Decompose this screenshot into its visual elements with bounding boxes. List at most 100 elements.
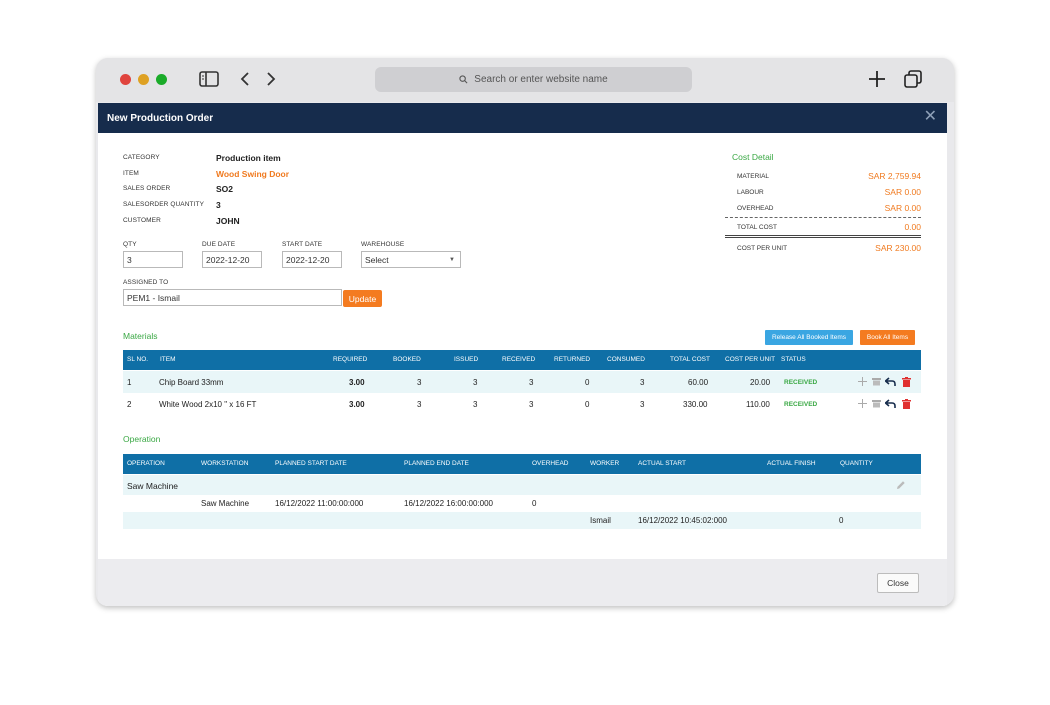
materials-title: Materials: [123, 331, 158, 341]
close-button[interactable]: Close: [877, 573, 919, 593]
edit-icon[interactable]: [895, 479, 906, 490]
cell-issued: 3: [473, 400, 478, 409]
warehouse-label: WAREHOUSE: [361, 241, 405, 248]
undo-icon[interactable]: [885, 376, 896, 387]
warehouse-select[interactable]: Select ▼: [361, 251, 461, 268]
tab-overview-icon[interactable]: [902, 68, 924, 90]
col-header-issued: ISSUED: [454, 356, 479, 363]
archive-icon[interactable]: [871, 398, 882, 409]
operation-group-name: Saw Machine: [127, 481, 179, 491]
undo-icon[interactable]: [885, 398, 896, 409]
col-header-consumed: CONSUMED: [607, 356, 645, 363]
cell-returned: 0: [585, 400, 590, 409]
overhead-cost-value: SAR 0.00: [884, 203, 921, 213]
col-header-returned: RETURNED: [554, 356, 591, 363]
chevron-down-icon: ▼: [449, 257, 455, 263]
category-value: Production item: [216, 153, 281, 163]
item-label: ITEM: [123, 170, 139, 177]
minimize-window-button[interactable]: [138, 74, 149, 85]
table-row: 1 Chip Board 33mm 3.00 3 3 3 0 3 60.00 2…: [123, 371, 921, 393]
col-header-received: RECEIVED: [502, 356, 536, 363]
cell-cost-per-unit: 110.00: [746, 400, 770, 409]
cost-divider: [725, 217, 921, 218]
new-tab-icon[interactable]: [866, 68, 888, 90]
cell-total-cost: 330.00: [683, 400, 708, 409]
start-date-input[interactable]: 2022-12-20: [282, 251, 342, 268]
cell-sl-no: 1: [127, 378, 132, 387]
col-header-operation: OPERATION: [127, 460, 165, 467]
book-all-items-button[interactable]: Book All Items: [860, 330, 915, 345]
assigned-to-label: ASSIGNED TO: [123, 279, 169, 286]
search-icon: [459, 75, 468, 84]
col-header-sl-no: SL NO.: [127, 356, 149, 363]
archive-icon[interactable]: [871, 376, 882, 387]
due-date-input[interactable]: 2022-12-20: [202, 251, 262, 268]
col-header-total-cost: TOTAL COST: [670, 356, 710, 363]
cell-required: 3.00: [349, 378, 365, 387]
close-window-button[interactable]: [120, 74, 131, 85]
operation-title: Operation: [123, 434, 161, 444]
customer-value: JOHN: [216, 216, 240, 226]
cell-cost-per-unit: 20.00: [750, 378, 771, 387]
cost-per-unit-label: COST PER UNIT: [737, 245, 788, 252]
table-row: 2 White Wood 2x10 " x 16 FT 3.00 3 3 3 0…: [123, 393, 921, 415]
trash-icon[interactable]: [901, 376, 912, 387]
item-value[interactable]: Wood Swing Door: [216, 169, 289, 179]
cell-booked: 3: [417, 378, 422, 387]
col-header-actual-start: ACTUAL START: [638, 460, 686, 467]
qty-input-value: 3: [127, 254, 132, 265]
table-row: Ismail 16/12/2022 10:45:02:000 0: [123, 512, 921, 529]
plus-icon[interactable]: [857, 398, 868, 409]
modal-footer: Close: [98, 559, 947, 606]
forward-arrow-icon[interactable]: [262, 68, 280, 90]
cell-issued: 3: [473, 378, 478, 387]
production-order-modal: New Production Order ✕ CATEGORY Producti…: [98, 103, 947, 606]
warehouse-selected-value: Select: [365, 254, 389, 265]
cell-total-cost: 60.00: [688, 378, 709, 387]
cell-workstation: Saw Machine: [201, 499, 250, 508]
trash-icon[interactable]: [901, 398, 912, 409]
sidebar-toggle-icon[interactable]: [198, 68, 220, 90]
labour-cost-value: SAR 0.00: [884, 187, 921, 197]
materials-table-header: SL NO. ITEM REQUIRED BOOKED ISSUED RECEI…: [123, 350, 921, 370]
cell-overhead: 0: [532, 499, 537, 508]
cell-returned: 0: [585, 378, 590, 387]
cell-planned-end: 16/12/2022 16:00:00:000: [404, 499, 493, 508]
labour-cost-label: LABOUR: [737, 189, 764, 196]
release-all-booked-button[interactable]: Release All Booked Items: [765, 330, 853, 345]
status-badge: RECEIVED: [784, 401, 818, 408]
cell-item: Chip Board 33mm: [159, 378, 224, 387]
category-label: CATEGORY: [123, 154, 160, 161]
update-button[interactable]: Update: [343, 290, 382, 307]
overhead-cost-label: OVERHEAD: [737, 205, 774, 212]
col-header-workstation: WORKSTATION: [201, 460, 249, 467]
qty-input[interactable]: 3: [123, 251, 183, 268]
col-header-planned-start: PLANNED START DATE: [275, 460, 347, 467]
due-date-value: 2022-12-20: [206, 254, 250, 265]
cell-worker: Ismail: [590, 516, 611, 525]
address-bar-placeholder: Search or enter website name: [474, 74, 608, 85]
cell-booked: 3: [417, 400, 422, 409]
assigned-to-input[interactable]: PEM1 - Ismail: [123, 289, 342, 306]
cell-received: 3: [529, 378, 534, 387]
col-header-cost-per-unit: COST PER UNIT: [725, 356, 776, 363]
table-row: Saw Machine 16/12/2022 11:00:00:000 16/1…: [123, 495, 921, 512]
cost-total-divider: [725, 235, 921, 238]
material-cost-label: MATERIAL: [737, 173, 770, 180]
modal-title: New Production Order: [107, 112, 214, 124]
back-arrow-icon[interactable]: [236, 68, 254, 90]
sales-order-label: SALES ORDER: [123, 185, 171, 192]
total-cost-value: 0.00: [904, 222, 921, 232]
zoom-window-button[interactable]: [156, 74, 167, 85]
cell-item: White Wood 2x10 " x 16 FT: [159, 400, 257, 409]
so-quantity-value: 3: [216, 200, 221, 210]
col-header-planned-end: PLANNED END DATE: [404, 460, 469, 467]
col-header-worker: WORKER: [590, 460, 620, 467]
total-cost-label: TOTAL COST: [737, 224, 777, 231]
cell-consumed: 3: [640, 378, 645, 387]
address-bar[interactable]: Search or enter website name: [375, 67, 692, 92]
col-header-status: STATUS: [781, 356, 806, 363]
plus-icon[interactable]: [857, 376, 868, 387]
modal-header: New Production Order ✕: [98, 103, 947, 133]
close-icon[interactable]: ✕: [924, 109, 937, 125]
